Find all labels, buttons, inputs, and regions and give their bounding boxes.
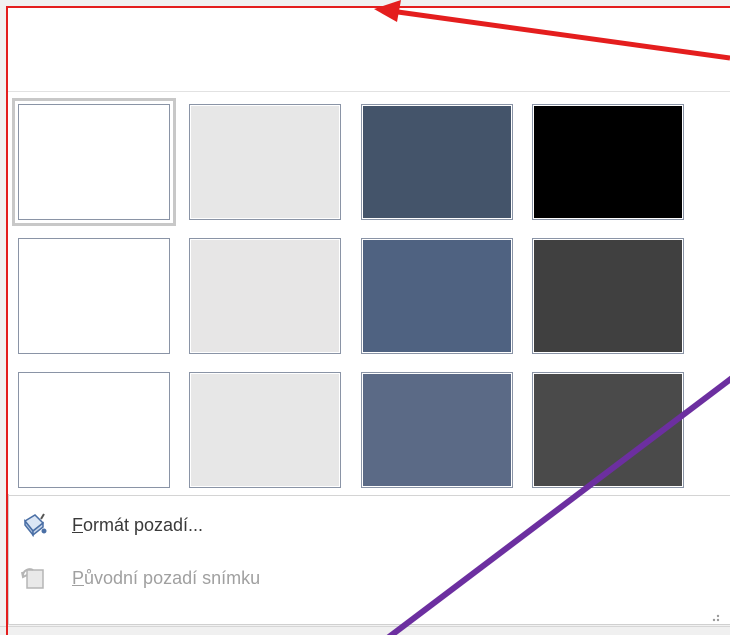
background-style-swatch-r2-c2[interactable] (189, 238, 341, 354)
background-style-swatch-r3-c2[interactable] (189, 372, 341, 488)
menu-separator (8, 495, 730, 496)
reset-background-icon (16, 561, 50, 595)
screenshot-stage: Formát pozadí... Původní pozadí snímku (0, 0, 730, 635)
reset-background-label: Původní pozadí snímku (72, 567, 261, 588)
background-style-swatch-r3-c1[interactable] (18, 372, 170, 488)
background-style-swatch-r1-c4[interactable] (532, 104, 684, 220)
format-background-icon (16, 508, 50, 542)
background-style-swatch-r1-c2[interactable] (189, 104, 341, 220)
format-background-menu-item[interactable]: Formát pozadí... (10, 505, 710, 545)
background-style-swatch-r2-c1[interactable] (18, 238, 170, 354)
format-background-label: Formát pozadí... (72, 514, 204, 535)
status-strip (0, 626, 730, 635)
background-style-swatch-r3-c4[interactable] (532, 372, 684, 488)
resize-grip-icon[interactable] (708, 609, 720, 622)
background-style-swatch-r3-c3[interactable] (361, 372, 513, 488)
reset-background-menu-item[interactable]: Původní pozadí snímku (10, 558, 710, 598)
background-style-gallery (8, 92, 730, 494)
popup-header-area (8, 7, 730, 92)
background-style-swatch-r2-c3[interactable] (361, 238, 513, 354)
background-style-swatch-r2-c4[interactable] (532, 238, 684, 354)
background-style-swatch-r1-c3[interactable] (361, 104, 513, 220)
background-style-swatch-r1-c1[interactable] (12, 98, 176, 226)
